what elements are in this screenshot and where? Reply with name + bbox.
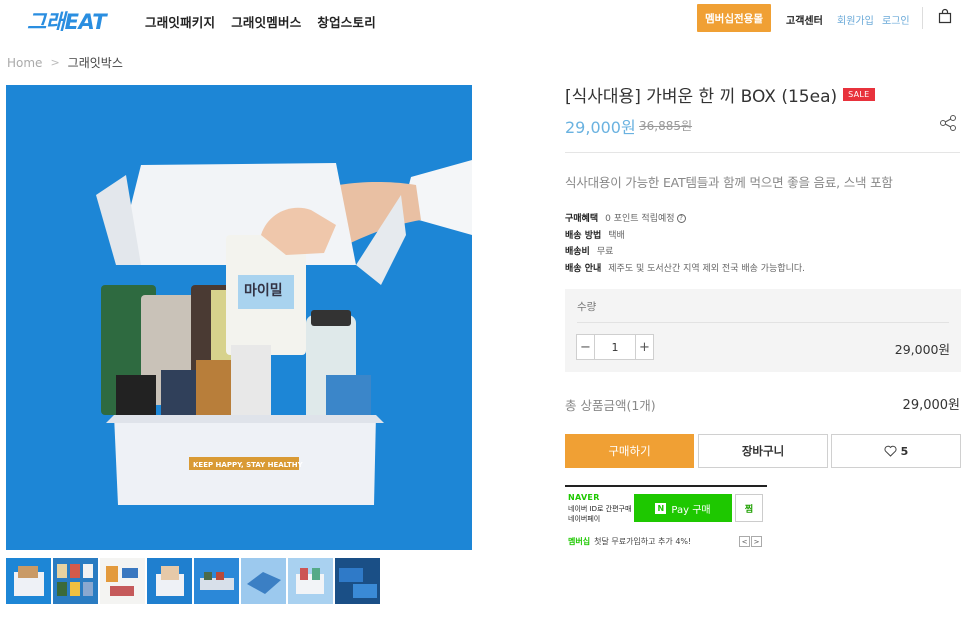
banner-arrows: < > [739, 536, 762, 547]
quantity-panel: 수량 − 1 + 29,000원 [565, 289, 961, 372]
box-print: KEEP HAPPY, STAY HEALTHY [193, 461, 304, 469]
thumbnail-2[interactable] [53, 558, 98, 604]
divider [577, 322, 949, 323]
naver-pay-widget: NAVER 네이버 ID로 간편구매 네이버페이 N Pay 구매 찜 멤버십 첫… [565, 485, 767, 551]
sale-badge: SALE [843, 88, 875, 101]
shopping-bag-icon[interactable] [937, 8, 953, 24]
breadcrumb-current[interactable]: 그래잇박스 [68, 54, 123, 71]
naver-pay-buy-button[interactable]: N Pay 구매 [634, 494, 732, 522]
minus-button[interactable]: − [577, 335, 594, 359]
meta-key: 배송 방법 [565, 230, 602, 241]
meta-value: 무료 [596, 247, 614, 257]
thumbnail-1[interactable] [6, 558, 51, 604]
naver-membership-banner: 멤버십 첫달 무료가입하고 추가 4%! [568, 536, 691, 547]
membership-text: 첫달 무료가입하고 추가 4%! [594, 537, 692, 546]
naver-logo: NAVER [568, 493, 600, 502]
thumbnail-6[interactable] [241, 558, 286, 604]
meta-row-delivery-method: 배송 방법 택배 [565, 228, 805, 245]
meta-row-delivery-info: 배송 안내 제주도 및 도서산간 지역 제외 전국 배송 가능합니다. [565, 261, 805, 278]
product-meta: 구매혜택 0 포인트 적립예정? 배송 방법 택배 배송비 무료 배송 안내 제… [565, 211, 805, 277]
help-icon[interactable]: ? [676, 214, 686, 223]
product-main-image: 마이밀 KEEP HAPPY, STAY HEALTHY [6, 85, 472, 550]
plus-button[interactable]: + [636, 335, 653, 359]
meta-key: 배송 안내 [565, 263, 602, 274]
total-price: 29,000원 [902, 398, 960, 413]
main-nav: 그래잇패키지 그래잇멤버스 창업스토리 [145, 12, 376, 31]
header-divider [922, 7, 923, 29]
wishlist-count: 5 [900, 444, 909, 458]
sale-price: 29,000원 [565, 118, 636, 137]
meta-row-delivery-fee: 배송비 무료 [565, 244, 805, 261]
share-icon[interactable] [939, 114, 957, 132]
thumbnail-4[interactable] [147, 558, 192, 604]
meta-key: 구매혜택 [565, 214, 599, 224]
meta-key: 배송비 [565, 247, 590, 257]
membership-mall-button[interactable]: 멤버십전용몰 [697, 4, 771, 32]
quantity-label: 수량 [577, 301, 597, 313]
naver-pay-label: Pay 구매 [671, 504, 711, 516]
nav-item-story[interactable]: 창업스토리 [317, 12, 376, 31]
membership-tag: 멤버십 [568, 537, 591, 546]
line-price: 29,000원 [894, 342, 950, 357]
thumbnail-7[interactable] [288, 558, 333, 604]
thumbnail-5[interactable] [194, 558, 239, 604]
breadcrumb-home[interactable]: Home [7, 56, 42, 70]
divider [565, 152, 960, 153]
thumbnail-8[interactable] [335, 558, 380, 604]
meta-row-benefit: 구매혜택 0 포인트 적립예정? [565, 211, 805, 228]
product-title: [식사대용] 가벼운 한 끼 BOX (15ea) [565, 87, 838, 107]
add-to-cart-button[interactable]: 장바구니 [698, 434, 828, 468]
login-link[interactable]: 로그인 [882, 12, 910, 27]
signup-link[interactable]: 회원가입 [837, 12, 874, 27]
product-description: 식사대용이 가능한 EAT템들과 함께 먹으면 좋을 음료, 스낵 포함 [565, 175, 893, 190]
meta-value: 0 포인트 적립예정? [605, 211, 686, 228]
breadcrumb: Home > 그래잇박스 [7, 54, 123, 71]
naver-jjim-button[interactable]: 찜 [735, 494, 763, 522]
thumbnail-3[interactable] [100, 558, 145, 604]
chevron-left-icon[interactable]: < [739, 536, 750, 547]
total-label: 총 상품금액(1개) [565, 398, 656, 413]
chevron-right-icon[interactable]: > [751, 536, 762, 547]
site-logo[interactable]: 그래EAT [27, 6, 107, 36]
original-price: 36,885원 [639, 119, 693, 133]
buy-button[interactable]: 구매하기 [565, 434, 694, 468]
wishlist-button[interactable]: 5 [831, 434, 961, 468]
naver-pay-subtitle: 네이버 ID로 간편구매 네이버페이 [568, 505, 632, 523]
quantity-stepper: − 1 + [576, 334, 654, 360]
carton-label: 마이밀 [244, 282, 283, 299]
quantity-input[interactable]: 1 [594, 335, 636, 359]
site-header: 그래EAT 그래잇패키지 그래잇멤버스 창업스토리 멤버십전용몰 고객센터 회원… [0, 0, 966, 40]
product-title-row: [식사대용] 가벼운 한 끼 BOX (15ea) SALE [565, 82, 875, 107]
naver-n-icon: N [655, 502, 667, 514]
meta-value: 제주도 및 도서산간 지역 제외 전국 배송 가능합니다. [608, 263, 806, 274]
customer-center-link[interactable]: 고객센터 [786, 12, 823, 27]
divider [565, 485, 767, 487]
meta-value: 택배 [608, 230, 625, 241]
thumbnail-strip [6, 558, 380, 604]
heart-icon [884, 445, 897, 457]
chevron-right-icon: > [50, 56, 60, 69]
nav-item-package[interactable]: 그래잇패키지 [145, 12, 215, 31]
nav-item-members[interactable]: 그래잇멤버스 [231, 12, 301, 31]
